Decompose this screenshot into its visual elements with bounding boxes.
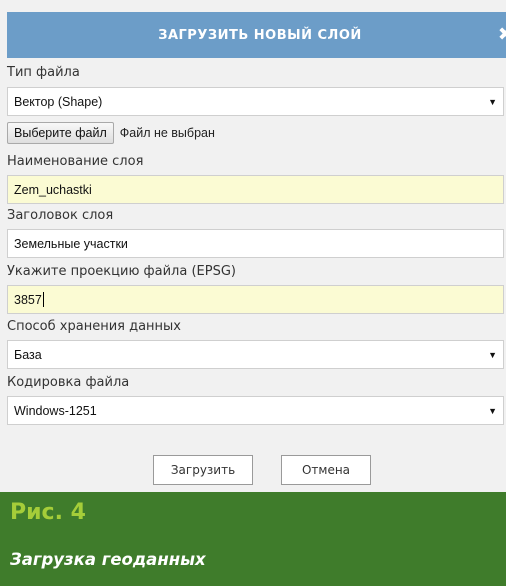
storage-label: Способ хранения данных xyxy=(7,319,182,334)
file-picker: Выберите файл Файл не выбран xyxy=(7,121,215,145)
figure-caption: Рис. 4 Загрузка геоданных xyxy=(0,492,506,586)
text-cursor xyxy=(42,292,44,307)
caret-down-icon: ▼ xyxy=(488,406,497,416)
encoding-value: Windows-1251 xyxy=(14,403,97,418)
file-status: Файл не выбран xyxy=(119,126,215,140)
file-type-select[interactable]: Вектор (Shape) ▼ xyxy=(7,87,504,116)
close-icon[interactable]: ✖ xyxy=(498,25,506,45)
layer-title-value: Земельные участки xyxy=(14,236,128,251)
caret-down-icon: ▼ xyxy=(488,97,497,107)
projection-input[interactable]: 3857 xyxy=(7,285,504,314)
layer-name-label: Наименование слоя xyxy=(7,154,144,169)
dialog-titlebar: ЗАГРУЗИТЬ НОВЫЙ СЛОЙ ✖ xyxy=(7,12,506,58)
dialog-body: Тип файла Вектор (Shape) ▼ Выберите файл… xyxy=(7,58,506,492)
figure-caption-text: Загрузка геоданных xyxy=(10,550,206,569)
projection-value: 3857 xyxy=(14,292,42,307)
projection-label: Укажите проекцию файла (EPSG) xyxy=(7,264,236,279)
file-type-label: Тип файла xyxy=(7,65,80,80)
cancel-button[interactable]: Отмена xyxy=(281,455,371,485)
layer-name-input[interactable]: Zem_uchastki xyxy=(7,175,504,204)
layer-title-label: Заголовок слоя xyxy=(7,208,114,223)
layer-name-value: Zem_uchastki xyxy=(14,182,92,197)
caret-down-icon: ▼ xyxy=(488,350,497,360)
file-type-value: Вектор (Shape) xyxy=(14,94,103,109)
dialog-title: ЗАГРУЗИТЬ НОВЫЙ СЛОЙ xyxy=(158,27,362,43)
upload-button[interactable]: Загрузить xyxy=(153,455,253,485)
upload-layer-dialog: ЗАГРУЗИТЬ НОВЫЙ СЛОЙ ✖ Тип файла Вектор … xyxy=(0,0,506,492)
encoding-select[interactable]: Windows-1251 ▼ xyxy=(7,396,504,425)
storage-value: База xyxy=(14,347,42,362)
figure-number: Рис. 4 xyxy=(10,500,86,525)
storage-select[interactable]: База ▼ xyxy=(7,340,504,369)
choose-file-button[interactable]: Выберите файл xyxy=(7,122,114,144)
layer-title-input[interactable]: Земельные участки xyxy=(7,229,504,258)
encoding-label: Кодировка файла xyxy=(7,375,130,390)
